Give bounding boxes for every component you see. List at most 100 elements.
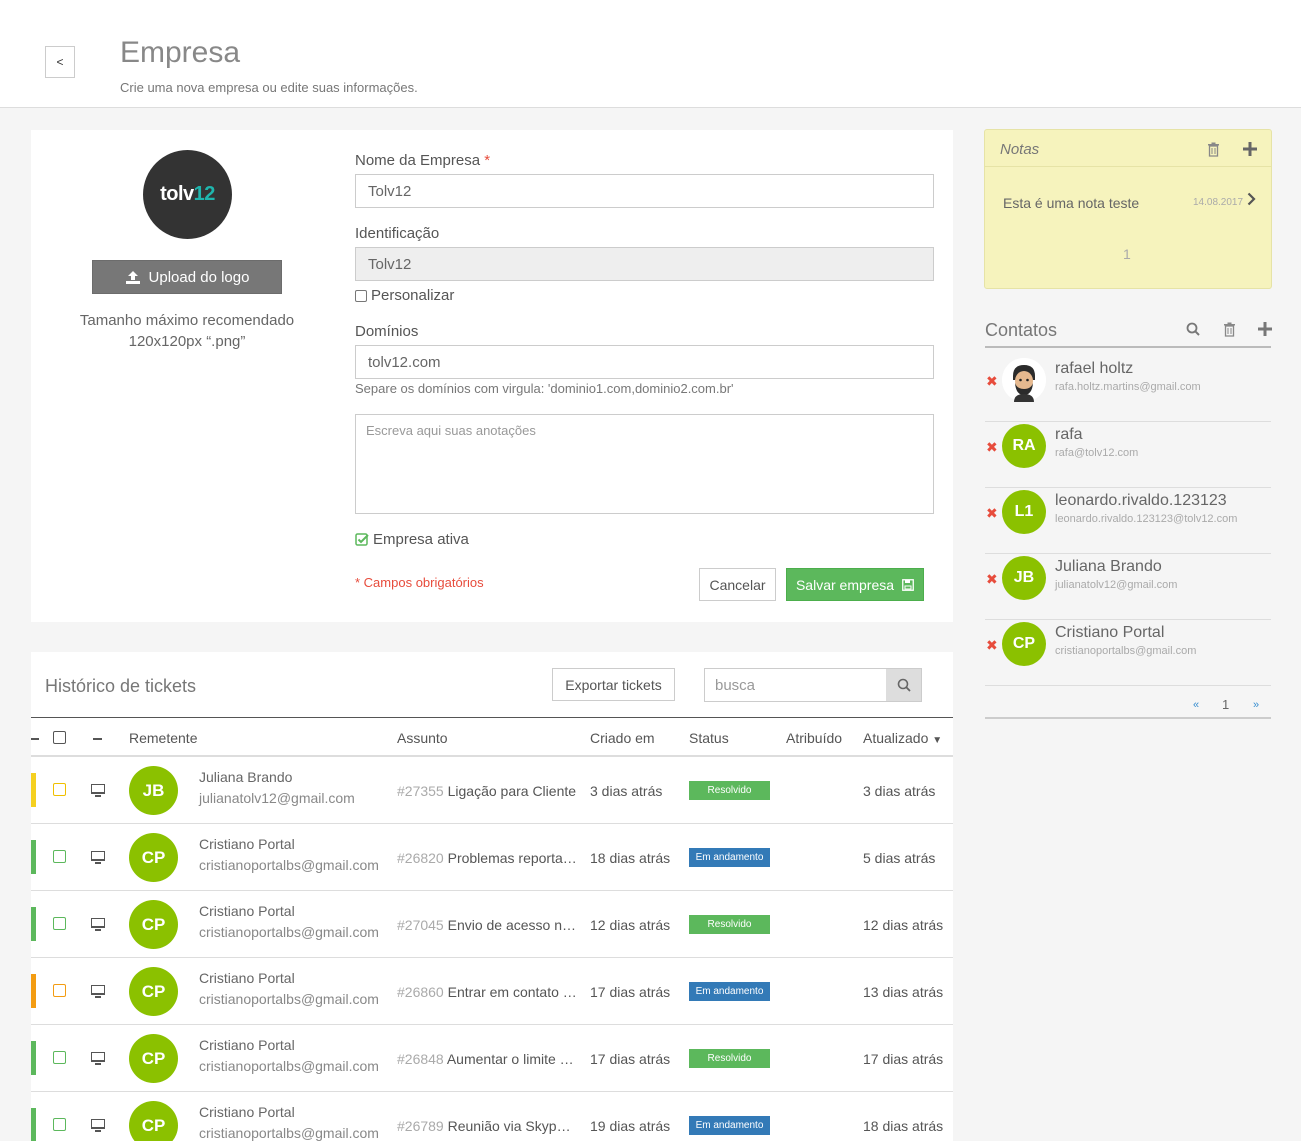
subject-column-header[interactable]: Assunto: [397, 730, 448, 746]
trash-contacts-icon[interactable]: [1223, 322, 1236, 337]
remove-contact-icon[interactable]: ✖: [986, 373, 998, 390]
ticket-subject[interactable]: #26860 Entrar em contato com cliente: [397, 984, 577, 1000]
updated-column-header[interactable]: Atualizado ▼: [863, 730, 942, 746]
add-contact-icon[interactable]: [1258, 322, 1272, 336]
ticket-subject[interactable]: #26789 Reunião via Skype com cliente: [397, 1118, 577, 1134]
page-title: Empresa: [120, 36, 241, 69]
domains-input[interactable]: tolv12.com: [355, 345, 934, 379]
ticket-id[interactable]: #26848: [397, 1051, 444, 1067]
remove-contact-icon[interactable]: ✖: [986, 505, 998, 522]
export-tickets-button[interactable]: Exportar tickets: [552, 668, 675, 701]
company-name-input[interactable]: Tolv12: [355, 174, 934, 208]
sender-column-header[interactable]: Remetente: [129, 730, 197, 746]
ticket-subject[interactable]: #26848 Aumentar o limite de usuários: [397, 1051, 577, 1067]
ticket-history-title: Histórico de tickets: [45, 676, 197, 696]
chevron-right-icon[interactable]: [1247, 192, 1256, 206]
upload-icon: [125, 270, 140, 284]
ticket-search: busca: [704, 668, 922, 702]
avatar: CP: [129, 967, 178, 1016]
contact-name[interactable]: Cristiano Portal: [1055, 624, 1164, 642]
pager-next[interactable]: »: [1253, 699, 1259, 711]
notes-title: Notas: [1000, 141, 1040, 158]
row-checkbox[interactable]: [53, 1051, 66, 1064]
customize-checkbox-row[interactable]: Personalizar: [355, 287, 454, 304]
table-row[interactable]: CP Cristiano Portal cristianoportalbs@gmai…: [31, 1092, 953, 1141]
cancel-button[interactable]: Cancelar: [699, 568, 776, 601]
created-column-header[interactable]: Criado em: [590, 730, 655, 746]
notes-textarea[interactable]: Escreva aqui suas anotações: [355, 414, 934, 514]
search-contacts-icon[interactable]: [1186, 322, 1200, 336]
pager-page[interactable]: 1: [1222, 697, 1229, 712]
contact-name[interactable]: leonardo.rivaldo.123123: [1055, 492, 1227, 510]
sender-email: julianatolv12@gmail.com: [199, 790, 355, 806]
ticket-search-button[interactable]: [886, 669, 921, 701]
save-company-button[interactable]: Salvar empresa: [786, 568, 924, 601]
remove-contact-icon[interactable]: ✖: [986, 637, 998, 654]
ticket-created: 19 dias atrás: [590, 1118, 671, 1134]
ticket-id[interactable]: #26820: [397, 850, 444, 866]
contact-item[interactable]: ✖ CP Cristiano Portal cristianoportalbs@gma…: [985, 620, 1271, 686]
ticket-subject[interactable]: #27355 Ligação para Cliente: [397, 783, 577, 799]
status-column-header[interactable]: Status: [689, 730, 729, 746]
sender-name[interactable]: Cristiano Portal: [199, 903, 295, 919]
sender-name[interactable]: Juliana Brando: [199, 769, 292, 785]
contact-item[interactable]: ✖ L1 leonardo.rivaldo.123123 leonardo.rival…: [985, 488, 1271, 554]
note-item-text[interactable]: Esta é uma nota teste: [1003, 195, 1139, 211]
active-checkbox-row[interactable]: Empresa ativa: [355, 531, 469, 548]
pager-prev[interactable]: «: [1193, 699, 1199, 711]
table-row[interactable]: CP Cristiano Portal cristianoportalbs@gmai…: [31, 891, 953, 958]
status-badge: Em andamento: [689, 982, 770, 1001]
add-note-icon[interactable]: [1243, 142, 1257, 156]
avatar: CP: [129, 900, 178, 949]
ticket-id[interactable]: #26860: [397, 984, 444, 1000]
ticket-id[interactable]: #26789: [397, 1118, 444, 1134]
row-checkbox[interactable]: [53, 1118, 66, 1131]
ticket-subject-text[interactable]: Ligação para Cliente: [448, 783, 576, 799]
sender-name[interactable]: Cristiano Portal: [199, 1037, 295, 1053]
row-checkbox[interactable]: [53, 917, 66, 930]
sender-name[interactable]: Cristiano Portal: [199, 836, 295, 852]
ticket-subject[interactable]: #27045 Envio de acesso não recebido: [397, 917, 577, 933]
status-badge: Em andamento: [689, 1116, 770, 1135]
ticket-subject[interactable]: #26820 Problemas reportados no sistema: [397, 850, 577, 866]
monitor-icon: [91, 1052, 105, 1065]
ticket-id[interactable]: #27045: [397, 917, 444, 933]
notes-page-number[interactable]: 1: [1123, 246, 1131, 262]
ticket-search-input[interactable]: busca: [705, 669, 886, 701]
table-row[interactable]: CP Cristiano Portal cristianoportalbs@gmai…: [31, 1025, 953, 1092]
back-button[interactable]: <: [45, 46, 75, 78]
contact-name[interactable]: Juliana Brando: [1055, 558, 1162, 576]
customize-checkbox[interactable]: [355, 289, 367, 302]
contact-email: cristianoportalbs@gmail.com: [1055, 645, 1197, 657]
assigned-column-header[interactable]: Atribuído: [786, 730, 842, 746]
upload-hint: Tamanho máximo recomendado 120x120px “.p…: [66, 310, 308, 352]
checked-checkbox-icon[interactable]: [355, 532, 369, 547]
ticket-subject-text[interactable]: Envio de acesso não recebido: [448, 917, 577, 933]
upload-logo-button[interactable]: Upload do logo: [92, 260, 282, 294]
required-fields-note: * Campos obrigatórios: [355, 575, 484, 590]
trash-icon[interactable]: [1207, 142, 1220, 157]
sender-name[interactable]: Cristiano Portal: [199, 1104, 295, 1120]
row-checkbox[interactable]: [53, 850, 66, 863]
ticket-subject-text[interactable]: Aumentar o limite de usuários: [447, 1051, 577, 1067]
ticket-id[interactable]: #27355: [397, 783, 444, 799]
remove-contact-icon[interactable]: ✖: [986, 571, 998, 588]
row-checkbox[interactable]: [53, 783, 66, 796]
contact-name[interactable]: rafael holtz: [1055, 360, 1133, 378]
ticket-subject-text[interactable]: Reunião via Skype com cliente: [448, 1118, 577, 1134]
ticket-subject-text[interactable]: Entrar em contato com cliente: [448, 984, 577, 1000]
table-row[interactable]: CP Cristiano Portal cristianoportalbs@gmai…: [31, 824, 953, 891]
contact-item[interactable]: ✖ JB Juliana Brando julianatolv12@gmail.com: [985, 554, 1271, 620]
avatar: RA: [1002, 424, 1046, 468]
table-row[interactable]: JB Juliana Brando julianatolv12@gmail.com #…: [31, 757, 953, 824]
remove-contact-icon[interactable]: ✖: [986, 439, 998, 456]
table-row[interactable]: CP Cristiano Portal cristianoportalbs@gmai…: [31, 958, 953, 1025]
ticket-subject-text[interactable]: Problemas reportados no sistema: [448, 850, 577, 866]
contact-name[interactable]: rafa: [1055, 426, 1083, 444]
row-checkbox[interactable]: [53, 984, 66, 997]
contact-item[interactable]: ✖ rafael holtz rafa.holtz.martins@gmail.co…: [985, 356, 1271, 422]
contact-item[interactable]: ✖ RA rafa rafa@tolv12.com: [985, 422, 1271, 488]
select-all-checkbox[interactable]: [53, 731, 66, 744]
priority-bar: [31, 840, 36, 874]
sender-name[interactable]: Cristiano Portal: [199, 970, 295, 986]
